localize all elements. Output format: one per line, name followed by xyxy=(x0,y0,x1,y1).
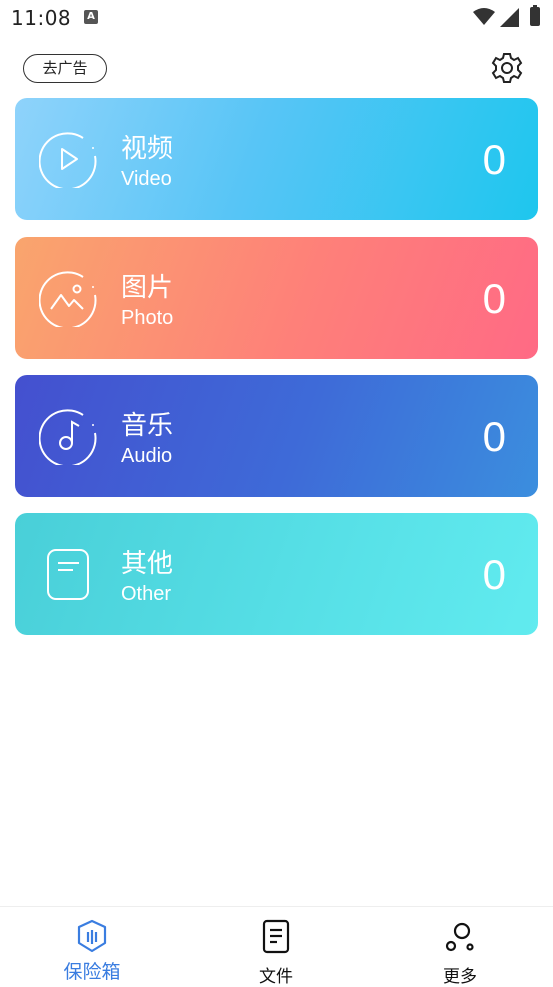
document-icon xyxy=(47,549,89,600)
status-bar: 11:08 A xyxy=(0,0,553,36)
card-subtitle: Audio xyxy=(121,445,173,467)
signal-icon xyxy=(500,8,519,27)
tab-more-label: 更多 xyxy=(443,967,477,987)
tab-more[interactable]: 更多 xyxy=(368,907,552,987)
notification-icon: A xyxy=(84,10,98,24)
card-count: 0 xyxy=(482,136,506,183)
bottom-nav: 保险箱 文件 更多 xyxy=(0,906,553,987)
card-title: 视频 xyxy=(121,134,174,164)
tab-files-label: 文件 xyxy=(259,967,293,987)
more-icon xyxy=(445,922,474,952)
file-icon xyxy=(262,919,290,954)
card-title: 其他 xyxy=(121,549,174,579)
photo-card[interactable]: 图片 Photo 0 xyxy=(15,237,538,359)
other-card[interactable]: 其他 Other 0 xyxy=(15,513,538,635)
tab-safe[interactable]: 保险箱 xyxy=(0,907,184,985)
card-title: 图片 xyxy=(121,273,174,303)
card-count: 0 xyxy=(482,551,506,598)
card-count: 0 xyxy=(482,275,506,322)
video-card[interactable]: 视频 Video 0 xyxy=(15,98,538,220)
status-time: 11:08 xyxy=(11,6,72,30)
tab-files[interactable]: 文件 xyxy=(184,907,368,987)
wifi-icon xyxy=(473,8,495,25)
audio-card[interactable]: 音乐 Audio 0 xyxy=(15,375,538,497)
card-title: 音乐 xyxy=(121,411,174,441)
card-subtitle: Other xyxy=(121,583,172,605)
gear-icon[interactable] xyxy=(490,51,524,85)
card-subtitle: Photo xyxy=(121,307,174,329)
photo-icon xyxy=(39,271,97,327)
card-subtitle: Video xyxy=(121,168,172,190)
battery-icon xyxy=(530,5,540,26)
audio-icon xyxy=(39,409,97,465)
card-count: 0 xyxy=(482,413,506,460)
tab-safe-label: 保险箱 xyxy=(63,961,121,983)
safe-shield-icon xyxy=(77,919,107,953)
video-icon xyxy=(39,132,97,188)
remove-ads-button[interactable]: 去广告 xyxy=(23,54,107,83)
